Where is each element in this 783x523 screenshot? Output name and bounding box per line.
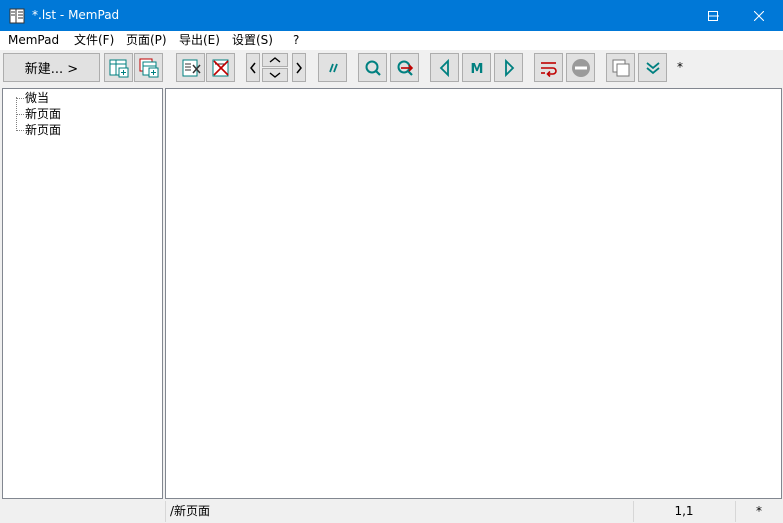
add-child-page-icon — [139, 58, 158, 77]
cut-page-button[interactable] — [176, 53, 205, 82]
add-sibling-page-button[interactable] — [104, 53, 133, 82]
triangle-right-icon — [504, 58, 514, 77]
chevron-left-icon — [250, 62, 256, 73]
move-right-button[interactable] — [292, 53, 306, 82]
tree-item[interactable]: 微当 — [25, 91, 49, 106]
double-chevron-down-icon — [645, 61, 660, 74]
triangle-left-icon — [439, 58, 449, 77]
move-left-button[interactable] — [246, 53, 260, 82]
bookmark-m-icon: M — [470, 62, 483, 77]
menu-file[interactable]: 文件(F) — [71, 31, 117, 50]
no-entry-icon — [571, 58, 590, 77]
status-cursor-position: 1,1 — [633, 501, 734, 522]
move-down-button[interactable] — [262, 68, 288, 82]
tree-item[interactable]: 新页面 — [25, 123, 61, 138]
menu-page[interactable]: 页面(P) — [123, 31, 170, 50]
expand-all-button[interactable] — [638, 53, 667, 82]
close-button[interactable] — [736, 0, 782, 31]
search-button[interactable] — [358, 53, 387, 82]
previous-page-button[interactable] — [430, 53, 459, 82]
status-bar: /新页面 1,1 * — [0, 500, 783, 523]
chevron-down-icon — [269, 72, 281, 78]
double-slash-icon — [328, 63, 338, 72]
editor-textarea[interactable] — [165, 88, 782, 499]
comment-button[interactable] — [318, 53, 347, 82]
windows-icon — [612, 59, 629, 76]
add-page-icon — [109, 59, 128, 77]
replace-button[interactable] — [390, 53, 419, 82]
menu-settings[interactable]: 设置(S) — [229, 31, 276, 50]
new-button[interactable]: 新建... > — [3, 53, 100, 82]
maximize-icon — [708, 10, 718, 21]
next-page-button[interactable] — [494, 53, 523, 82]
title-bar[interactable]: *.lst - MemPad — [0, 0, 783, 31]
tree-item[interactable]: 新页面 — [25, 107, 61, 122]
status-path: /新页面 — [165, 501, 636, 522]
tree-connector — [16, 114, 24, 115]
menu-export[interactable]: 导出(E) — [176, 31, 223, 50]
move-up-down-control — [262, 53, 288, 82]
word-wrap-button[interactable] — [534, 53, 563, 82]
maximize-button[interactable] — [690, 0, 736, 31]
modified-indicator: * — [677, 60, 683, 74]
tree-connector — [16, 98, 24, 99]
status-modified: * — [735, 501, 782, 522]
toolbar: 新建... > M * — [0, 50, 783, 87]
close-icon — [754, 10, 764, 21]
window-title: *.lst - MemPad — [32, 8, 120, 22]
move-up-button[interactable] — [262, 53, 288, 67]
tree-connector — [16, 97, 17, 129]
cut-page-icon — [182, 59, 201, 76]
chevron-right-icon — [296, 62, 302, 73]
page-tree[interactable]: 微当 新页面 新页面 — [2, 88, 163, 499]
window-layout-button[interactable] — [606, 53, 635, 82]
add-child-page-button[interactable] — [134, 53, 163, 82]
chevron-up-icon — [269, 57, 281, 63]
word-wrap-icon — [540, 61, 557, 77]
delete-page-button[interactable] — [206, 53, 235, 82]
search-icon — [365, 60, 381, 76]
delete-page-icon — [212, 59, 229, 76]
mempad-app-icon — [9, 8, 25, 24]
search-replace-icon — [397, 60, 413, 76]
stop-button[interactable] — [566, 53, 595, 82]
menu-help[interactable]: ? — [290, 31, 302, 50]
tree-connector — [16, 130, 24, 131]
bookmark-button[interactable]: M — [462, 53, 491, 82]
svg-text:M: M — [470, 62, 483, 77]
menu-mempad[interactable]: MemPad — [5, 31, 62, 50]
menu-bar: MemPad 文件(F) 页面(P) 导出(E) 设置(S) ? — [0, 31, 783, 51]
